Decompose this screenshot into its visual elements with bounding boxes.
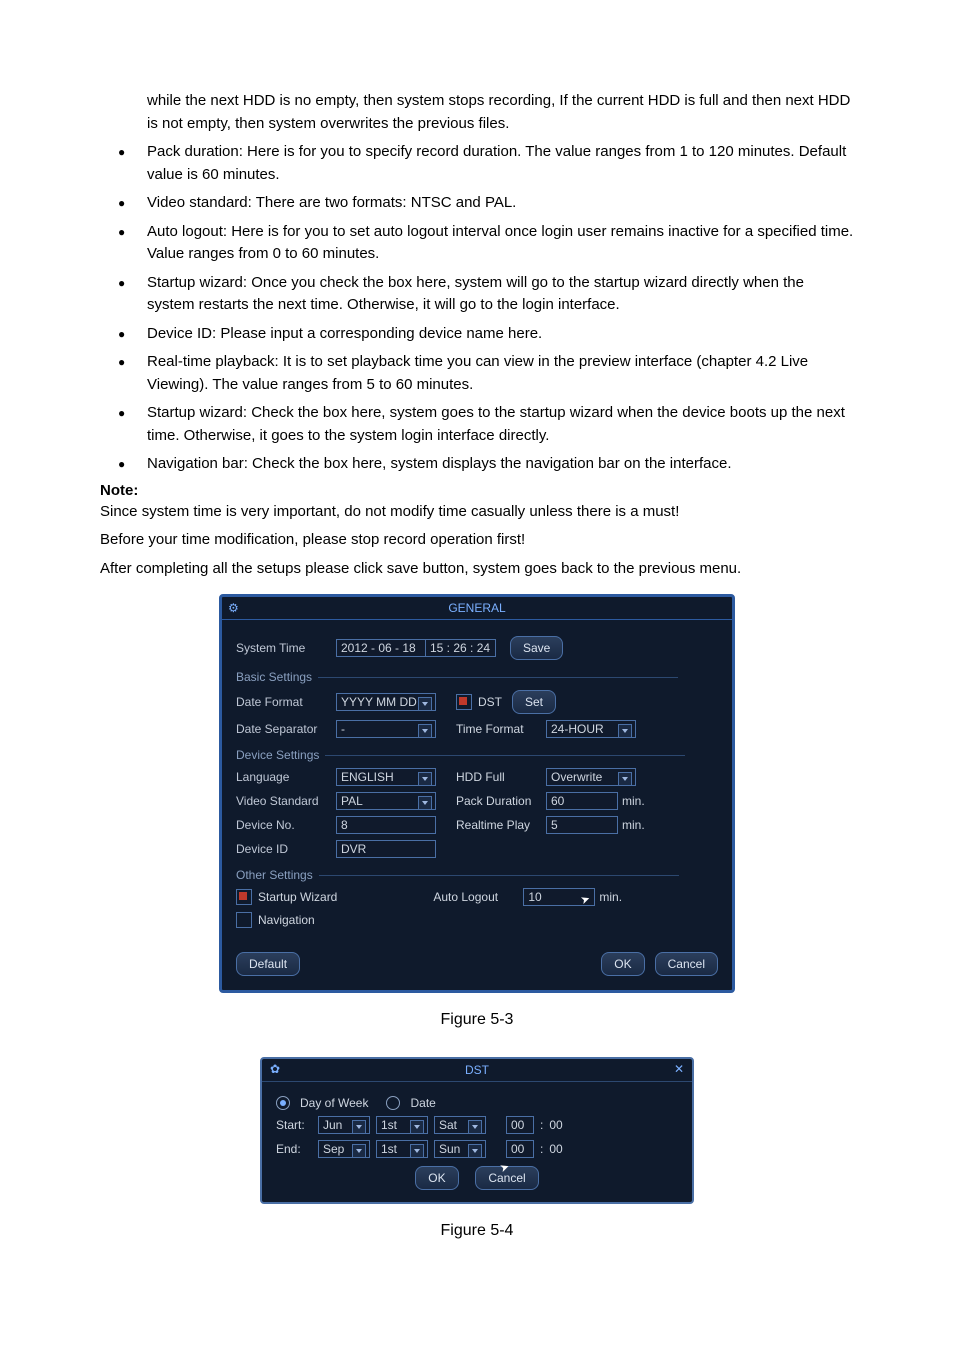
list-item: Auto logout: Here is for you to set auto… bbox=[100, 221, 854, 266]
chevron-down-icon bbox=[468, 1120, 482, 1134]
dialog-title: GENERAL bbox=[448, 601, 505, 615]
general-dialog: ⚙ GENERAL System Time 2012 - 06 - 18 15 … bbox=[219, 594, 735, 993]
chevron-down-icon bbox=[618, 724, 632, 738]
device-id-label: Device ID bbox=[236, 842, 336, 856]
video-standard-label: Video Standard bbox=[236, 794, 336, 808]
chevron-down-icon bbox=[410, 1120, 424, 1134]
list-item: Video standard: There are two formats: N… bbox=[100, 192, 854, 215]
chevron-down-icon bbox=[352, 1144, 366, 1158]
realtime-play-label: Realtime Play bbox=[456, 818, 546, 832]
basic-settings-section: Basic Settings bbox=[236, 670, 718, 684]
auto-logout-label: Auto Logout bbox=[433, 890, 523, 904]
time-format-label: Time Format bbox=[456, 722, 546, 736]
close-icon[interactable]: ✕ bbox=[674, 1062, 684, 1076]
language-label: Language bbox=[236, 770, 336, 784]
start-week-select[interactable]: 1st bbox=[376, 1116, 428, 1134]
unit-min: min. bbox=[622, 794, 645, 808]
figure-caption: Figure 5-4 bbox=[100, 1222, 854, 1240]
unit-min: min. bbox=[622, 818, 645, 832]
end-min: 00 bbox=[549, 1142, 562, 1156]
system-time-field[interactable]: 15 : 26 : 24 bbox=[426, 639, 496, 657]
list-item: Device ID: Please input a corresponding … bbox=[100, 323, 854, 346]
start-hour-field[interactable]: 00 bbox=[506, 1116, 534, 1134]
system-time-label: System Time bbox=[236, 641, 336, 655]
note-heading: Note: bbox=[100, 482, 854, 499]
pack-duration-label: Pack Duration bbox=[456, 794, 546, 808]
hdd-full-label: HDD Full bbox=[456, 770, 546, 784]
note-line: Before your time modification, please st… bbox=[100, 529, 854, 552]
date-separator-label: Date Separator bbox=[236, 722, 336, 736]
dst-label: DST bbox=[478, 695, 502, 709]
end-day-select[interactable]: Sun bbox=[434, 1140, 486, 1158]
device-no-label: Device No. bbox=[236, 818, 336, 832]
start-month-select[interactable]: Jun bbox=[318, 1116, 370, 1134]
end-label: End: bbox=[276, 1142, 312, 1156]
other-settings-section: Other Settings bbox=[236, 868, 718, 882]
note-line: Since system time is very important, do … bbox=[100, 501, 854, 524]
cursor-icon: ➤ bbox=[578, 890, 593, 910]
dialog-icon: ✿ bbox=[270, 1062, 280, 1076]
date-separator-select[interactable]: - bbox=[336, 720, 436, 738]
start-day-select[interactable]: Sat bbox=[434, 1116, 486, 1134]
chevron-down-icon bbox=[418, 772, 432, 786]
cancel-button[interactable]: Cancel bbox=[655, 952, 718, 976]
list-item: Pack duration: Here is for you to specif… bbox=[100, 141, 854, 186]
date-format-label: Date Format bbox=[236, 695, 336, 709]
realtime-play-field[interactable]: 5 bbox=[546, 816, 618, 834]
ok-button[interactable]: OK bbox=[601, 952, 644, 976]
default-button[interactable]: Default bbox=[236, 952, 300, 976]
start-min: 00 bbox=[549, 1118, 562, 1132]
dst-checkbox[interactable] bbox=[456, 694, 472, 710]
chevron-down-icon bbox=[468, 1144, 482, 1158]
dst-ok-button[interactable]: OK bbox=[415, 1166, 458, 1190]
day-of-week-radio[interactable] bbox=[276, 1096, 290, 1110]
feature-bullet-list: Pack duration: Here is for you to specif… bbox=[100, 141, 854, 476]
chevron-down-icon bbox=[618, 772, 632, 786]
dst-title: DST bbox=[465, 1063, 489, 1077]
date-radio[interactable] bbox=[386, 1096, 400, 1110]
startup-wizard-label: Startup Wizard bbox=[258, 890, 337, 904]
system-date-field[interactable]: 2012 - 06 - 18 bbox=[336, 639, 426, 657]
device-id-field[interactable]: DVR bbox=[336, 840, 436, 858]
navigation-checkbox[interactable] bbox=[236, 912, 252, 928]
dst-dialog: ✿ DST ✕ Day of Week Date Start: Jun 1st … bbox=[260, 1057, 694, 1204]
end-hour-field[interactable]: 00 bbox=[506, 1140, 534, 1158]
dst-cancel-button[interactable]: Cancel ➤ bbox=[475, 1166, 538, 1190]
video-standard-select[interactable]: PAL bbox=[336, 792, 436, 810]
pack-duration-field[interactable]: 60 bbox=[546, 792, 618, 810]
dst-set-button[interactable]: Set bbox=[512, 690, 556, 714]
hdd-full-select[interactable]: Overwrite bbox=[546, 768, 636, 786]
time-format-select[interactable]: 24-HOUR bbox=[546, 720, 636, 738]
intro-continuation: while the next HDD is no empty, then sys… bbox=[100, 90, 854, 135]
list-item: Startup wizard: Check the box here, syst… bbox=[100, 402, 854, 447]
auto-logout-field[interactable]: 10 ➤ bbox=[523, 888, 595, 906]
time-colon: : bbox=[540, 1142, 543, 1156]
figure-caption: Figure 5-3 bbox=[100, 1011, 854, 1029]
device-no-field[interactable]: 8 bbox=[336, 816, 436, 834]
start-label: Start: bbox=[276, 1118, 312, 1132]
device-settings-section: Device Settings bbox=[236, 748, 718, 762]
end-week-select[interactable]: 1st bbox=[376, 1140, 428, 1158]
date-format-select[interactable]: YYYY MM DD bbox=[336, 693, 436, 711]
startup-wizard-checkbox[interactable] bbox=[236, 889, 252, 905]
date-label: Date bbox=[410, 1096, 435, 1110]
dialog-icon: ⚙ bbox=[228, 601, 239, 615]
chevron-down-icon bbox=[418, 697, 432, 711]
chevron-down-icon bbox=[352, 1120, 366, 1134]
chevron-down-icon bbox=[418, 724, 432, 738]
chevron-down-icon bbox=[418, 796, 432, 810]
save-button[interactable]: Save bbox=[510, 636, 563, 660]
note-line: After completing all the setups please c… bbox=[100, 558, 854, 581]
time-colon: : bbox=[540, 1118, 543, 1132]
language-select[interactable]: ENGLISH bbox=[336, 768, 436, 786]
list-item: Navigation bar: Check the box here, syst… bbox=[100, 453, 854, 476]
end-month-select[interactable]: Sep bbox=[318, 1140, 370, 1158]
day-of-week-label: Day of Week bbox=[300, 1096, 368, 1110]
unit-min: min. bbox=[599, 890, 622, 904]
chevron-down-icon bbox=[410, 1144, 424, 1158]
navigation-label: Navigation bbox=[258, 913, 315, 927]
list-item: Startup wizard: Once you check the box h… bbox=[100, 272, 854, 317]
list-item: Real-time playback: It is to set playbac… bbox=[100, 351, 854, 396]
